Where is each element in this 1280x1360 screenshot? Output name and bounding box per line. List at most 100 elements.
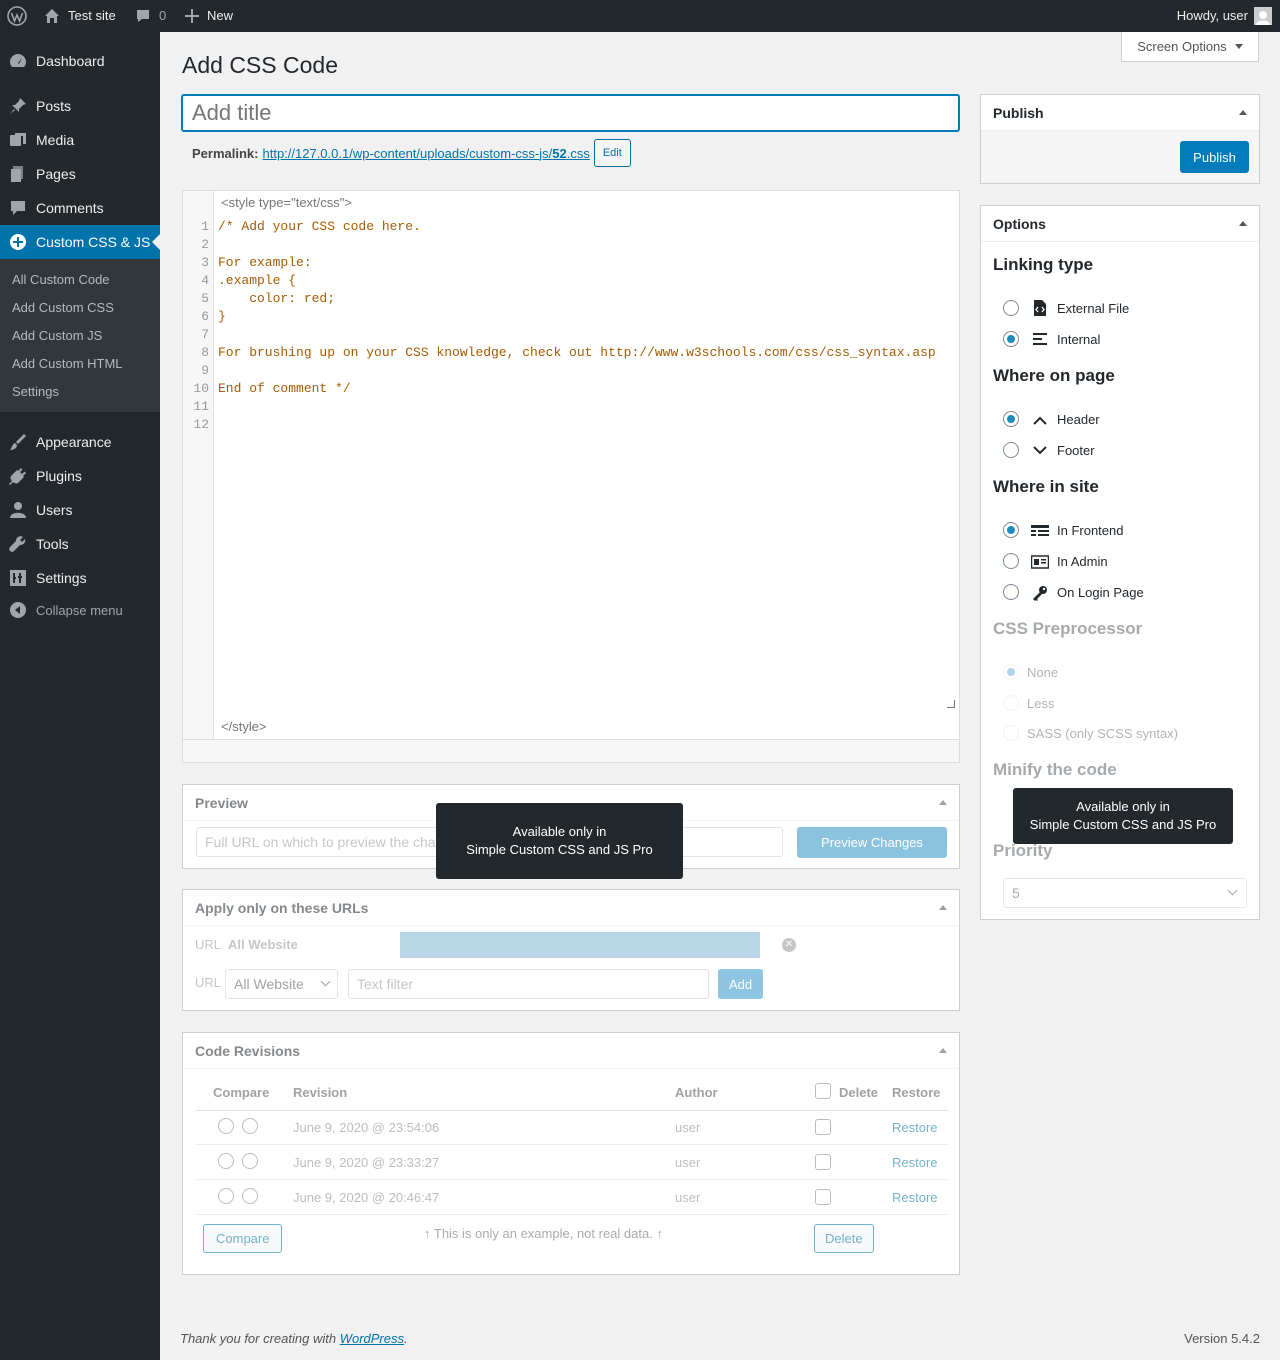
comments-link[interactable]: 0: [135, 0, 166, 32]
tooltip-line1: Available only in: [1076, 799, 1170, 814]
restore-link[interactable]: Restore: [892, 1155, 938, 1170]
publish-button[interactable]: Publish: [1180, 141, 1249, 173]
chevron-up-icon: [1031, 411, 1049, 429]
priority-select[interactable]: 5: [1003, 878, 1247, 908]
line-number: 9: [201, 363, 209, 378]
new-content-link[interactable]: New: [185, 0, 233, 32]
radio-internal[interactable]: [1003, 331, 1019, 347]
revisions-header[interactable]: Code Revisions: [183, 1033, 959, 1069]
submenu-add-custom-js[interactable]: Add Custom JS: [12, 328, 102, 343]
radio-preproc-sass[interactable]: [1003, 725, 1019, 741]
compare-radio-right[interactable]: [242, 1188, 258, 1204]
collapse-menu-button[interactable]: Collapse menu: [0, 593, 160, 627]
compare-button[interactable]: Compare: [203, 1224, 283, 1253]
chevron-down-icon: [1227, 885, 1238, 896]
revisions-box: Code Revisions Compare Revision Author D…: [182, 1032, 960, 1275]
radio-external-file[interactable]: [1003, 300, 1019, 316]
compare-radio-left[interactable]: [218, 1153, 234, 1169]
menu-plugins[interactable]: Plugins: [0, 459, 160, 493]
submenu-settings[interactable]: Settings: [12, 384, 59, 399]
comment-icon: [137, 10, 149, 22]
submenu-all-custom-code[interactable]: All Custom Code: [12, 272, 110, 287]
url-row-value: All Website: [228, 937, 298, 952]
code-line: End of comment */: [218, 381, 351, 396]
compare-radio-left[interactable]: [218, 1188, 234, 1204]
submenu: All Custom Code Add Custom CSS Add Custo…: [0, 259, 160, 412]
delete-checkbox[interactable]: [815, 1189, 831, 1205]
restore-link[interactable]: Restore: [892, 1190, 938, 1205]
toggle-arrow-icon: [939, 1048, 947, 1053]
permalink-link[interactable]: http://127.0.0.1/wp-content/uploads/cust…: [262, 146, 589, 161]
menu-custom-css-js[interactable]: Custom CSS & JS: [0, 225, 160, 259]
text-filter-input[interactable]: Text filter: [348, 969, 709, 999]
menu-label: Custom CSS & JS: [36, 234, 151, 250]
tooltip-line1: Available only in: [512, 824, 607, 839]
permalink-ext: .css: [566, 145, 590, 161]
menu-dashboard[interactable]: Dashboard: [0, 44, 160, 78]
edit-permalink-button[interactable]: Edit: [593, 139, 631, 167]
radio-on-login-page[interactable]: [1003, 584, 1019, 600]
menu-appearance[interactable]: Appearance: [0, 425, 160, 459]
menu-pages[interactable]: Pages: [0, 157, 160, 191]
menu-label: Posts: [36, 98, 72, 114]
menu-posts[interactable]: Posts: [0, 89, 160, 123]
revisions-title: Code Revisions: [195, 1042, 301, 1059]
compare-radio-right[interactable]: [242, 1153, 258, 1169]
main-content: Screen Options Add CSS Code Permalink: h…: [160, 32, 1280, 1360]
preview-changes-button[interactable]: Preview Changes: [797, 827, 947, 858]
screen-options-button[interactable]: Screen Options: [1121, 32, 1259, 62]
css-preprocessor-heading: CSS Preprocessor: [993, 619, 1143, 638]
radio-header[interactable]: [1003, 411, 1019, 427]
preview-title: Preview: [195, 794, 248, 811]
urls-header[interactable]: Apply only on these URLs: [183, 890, 959, 926]
priority-value: 5: [1012, 885, 1020, 901]
menu-settings[interactable]: Settings: [0, 561, 160, 595]
delete-checkbox[interactable]: [815, 1119, 831, 1135]
options-title: Options: [993, 215, 1046, 232]
comments-count: 0: [159, 8, 167, 23]
menu-tools[interactable]: Tools: [0, 527, 160, 561]
code-editor[interactable]: <style type="text/css"> 1 /* Add your CSS…: [182, 190, 960, 763]
title-input[interactable]: [181, 94, 960, 132]
label-in-frontend: In Frontend: [1057, 523, 1124, 538]
submenu-add-custom-css[interactable]: Add Custom CSS: [12, 300, 114, 315]
menu-users[interactable]: Users: [0, 493, 160, 527]
resize-handle-icon[interactable]: [947, 700, 955, 708]
delete-button[interactable]: Delete: [814, 1224, 874, 1253]
radio-in-admin[interactable]: [1003, 553, 1019, 569]
greeting: Howdy, user: [1176, 8, 1248, 23]
code-line: }: [218, 309, 226, 324]
account-menu[interactable]: Howdy, user: [1177, 0, 1272, 32]
wordpress-link[interactable]: WordPress: [340, 1331, 404, 1346]
submenu-add-custom-html[interactable]: Add Custom HTML: [12, 356, 123, 371]
radio-preproc-none[interactable]: [1003, 664, 1019, 680]
key-icon: [1031, 584, 1049, 602]
file-code-icon: [1031, 299, 1049, 317]
line-number: 8: [201, 345, 209, 360]
col-delete: Delete: [839, 1085, 879, 1100]
radio-preproc-less[interactable]: [1003, 695, 1019, 711]
remove-url-icon[interactable]: ✕: [782, 938, 796, 952]
row-divider: [196, 1179, 948, 1180]
select-all-checkbox[interactable]: [815, 1083, 831, 1099]
url-type-select[interactable]: All Website: [225, 969, 338, 999]
admin-bar: Test site 0 New Howdy, user: [0, 0, 1280, 32]
menu-comments[interactable]: Comments: [0, 191, 160, 225]
menu-media[interactable]: Media: [0, 123, 160, 157]
wordpress-logo-icon[interactable]: [7, 0, 27, 32]
delete-checkbox[interactable]: [815, 1154, 831, 1170]
caret-down-icon: [1234, 44, 1243, 49]
plus-icon: [185, 9, 199, 23]
compare-radio-left[interactable]: [218, 1118, 234, 1134]
radio-footer[interactable]: [1003, 442, 1019, 458]
radio-in-frontend[interactable]: [1003, 522, 1019, 538]
linking-type-heading: Linking type: [993, 255, 1094, 274]
add-url-button[interactable]: Add: [718, 969, 763, 999]
options-header[interactable]: Options: [981, 206, 1259, 242]
admin-id-icon: [1031, 553, 1049, 571]
restore-link[interactable]: Restore: [892, 1120, 938, 1135]
site-name-link[interactable]: Test site: [44, 0, 116, 32]
publish-header[interactable]: Publish: [981, 95, 1259, 131]
col-restore: Restore: [892, 1085, 941, 1100]
compare-radio-right[interactable]: [242, 1118, 258, 1134]
